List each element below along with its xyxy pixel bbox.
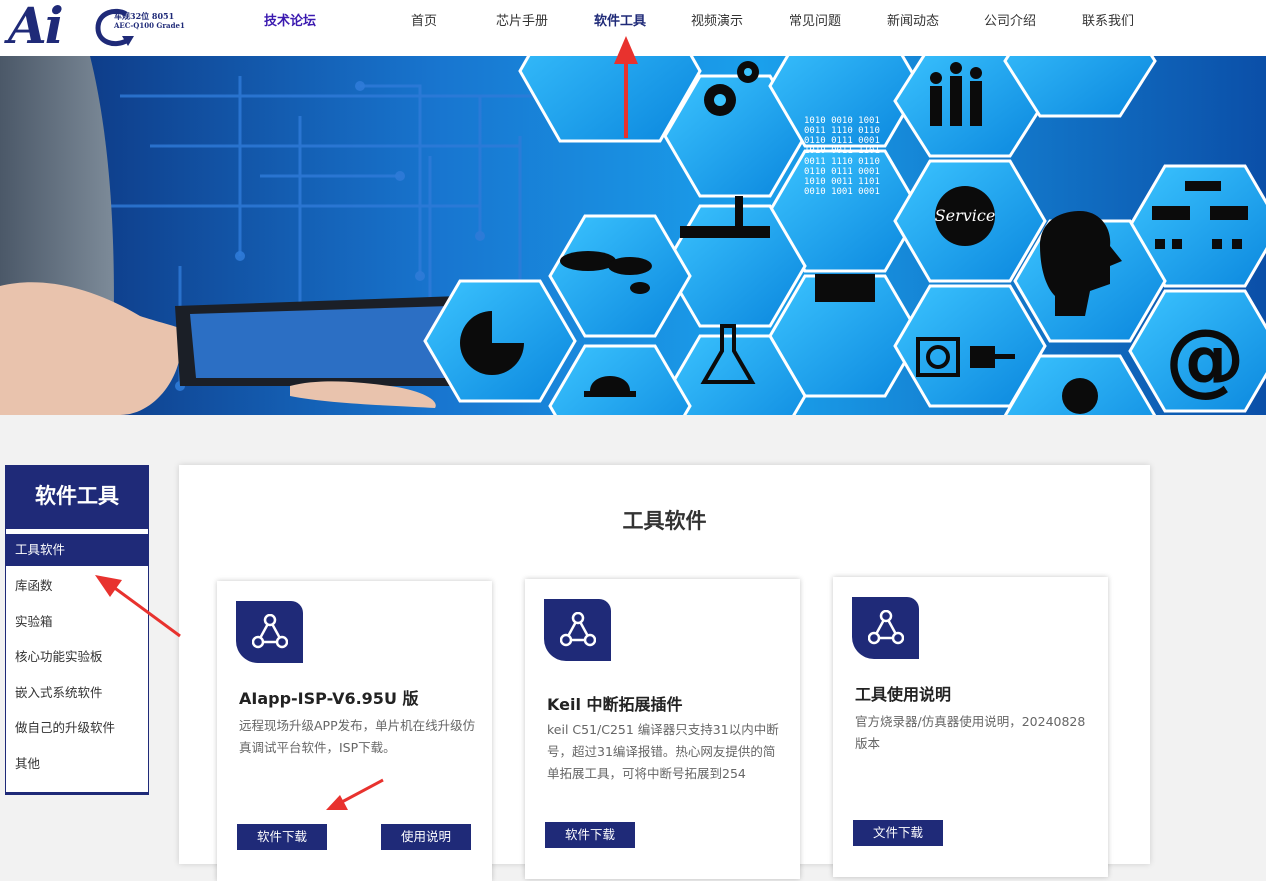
svg-text:1010 0011 1101: 1010 0011 1101 [804,146,880,156]
sidebar: 软件工具 工具软件 库函数 实验箱 核心功能实验板 嵌入式系统软件 做自己的升级… [5,465,149,795]
nav-software-tools[interactable]: 软件工具 [594,10,646,29]
user-guide-button[interactable]: 使用说明 [381,824,471,850]
nav-home[interactable]: 首页 [411,10,437,29]
banner-illustration: 1010 0010 1001 0011 1110 0110 0110 0111 … [0,56,1266,415]
nav-contact[interactable]: 联系我们 [1082,10,1134,29]
nav-chip-manual[interactable]: 芯片手册 [496,10,548,29]
software-download-button[interactable]: 软件下载 [545,822,635,848]
binary-code-icon: 1010 0010 1001 0011 1110 0110 0110 0111 … [804,116,880,197]
card-description: 官方烧录器/仿真器使用说明，20240828版本 [855,714,1086,751]
content-panel: 工具软件 AIapp-ISP-V6.95U 版 远程现场升级APP发布，单片机在… [179,465,1150,881]
svg-text:Service: Service [935,206,996,225]
card-title: AIapp-ISP-V6.95U 版 [239,689,419,708]
card-title: Keil 中断拓展插件 [547,695,683,714]
svg-text:1010 0010 1001: 1010 0010 1001 [804,116,880,126]
nav-forum[interactable]: 技术论坛 [264,10,316,29]
share-nodes-icon [544,599,611,661]
sidebar-item-embedded-software[interactable]: 嵌入式系统软件 [6,675,148,711]
sidebar-item-lab-box[interactable]: 实验箱 [6,604,148,640]
site-logo[interactable]: Ai 车规32位 8051 AEC-Q100 Grade1 [8,0,188,55]
sidebar-item-tool-software[interactable]: 工具软件 [6,534,148,566]
logo-tagline-2: AEC-Q100 Grade1 [114,21,185,30]
sidebar-item-other[interactable]: 其他 [6,746,148,782]
sidebar-item-own-upgrade[interactable]: 做自己的升级软件 [6,710,148,746]
sidebar-title: 软件工具 [6,465,148,529]
hero-banner: 1010 0010 1001 0011 1110 0110 0110 0111 … [0,56,1266,415]
card-title: 工具使用说明 [855,685,952,704]
page-title: 工具软件 [622,509,707,533]
nav-about[interactable]: 公司介绍 [984,10,1036,29]
svg-text:1010 0011 1101: 1010 0011 1101 [804,177,880,187]
software-card-aiapp-isp: AIapp-ISP-V6.95U 版 远程现场升级APP发布，单片机在线升级仿真… [217,581,492,881]
sidebar-item-library[interactable]: 库函数 [6,568,148,604]
nav-faq[interactable]: 常见问题 [789,10,841,29]
share-nodes-icon [852,597,919,659]
file-download-button[interactable]: 文件下载 [853,820,943,846]
svg-text:0011 1110 0110: 0011 1110 0110 [804,157,880,167]
card-description: keil C51/C251 编译器只支持31以内中断号，超过31编译报错。热心网… [547,722,779,781]
nav-news[interactable]: 新闻动态 [887,10,939,29]
svg-text:0110 0111 0001: 0110 0111 0001 [804,136,880,146]
sidebar-item-core-board[interactable]: 核心功能实验板 [6,639,148,675]
nav-video-demo[interactable]: 视频演示 [691,10,743,29]
svg-text:0010 1001 0001: 0010 1001 0001 [804,187,880,197]
at-sign-icon: @ [1165,312,1245,405]
card-description: 远程现场升级APP发布，单片机在线升级仿真调试平台软件，ISP下载。 [239,718,476,755]
svg-text:0011 1110 0110: 0011 1110 0110 [804,126,880,136]
svg-text:0110 0111 0001: 0110 0111 0001 [804,167,880,177]
software-card-keil-plugin: Keil 中断拓展插件 keil C51/C251 编译器只支持31以内中断号，… [525,579,800,879]
software-download-button[interactable]: 软件下载 [237,824,327,850]
software-card-tool-manual: 工具使用说明 官方烧录器/仿真器使用说明，20240828版本 文件下载 [833,577,1108,877]
logo-mark: Ai [8,0,64,55]
site-header: Ai 车规32位 8051 AEC-Q100 Grade1 技术论坛 首页 芯片… [0,0,1266,56]
service-gear-icon: Service [935,186,996,246]
share-nodes-icon [236,601,303,663]
sidebar-menu: 工具软件 库函数 实验箱 核心功能实验板 嵌入式系统软件 做自己的升级软件 其他 [6,534,148,781]
